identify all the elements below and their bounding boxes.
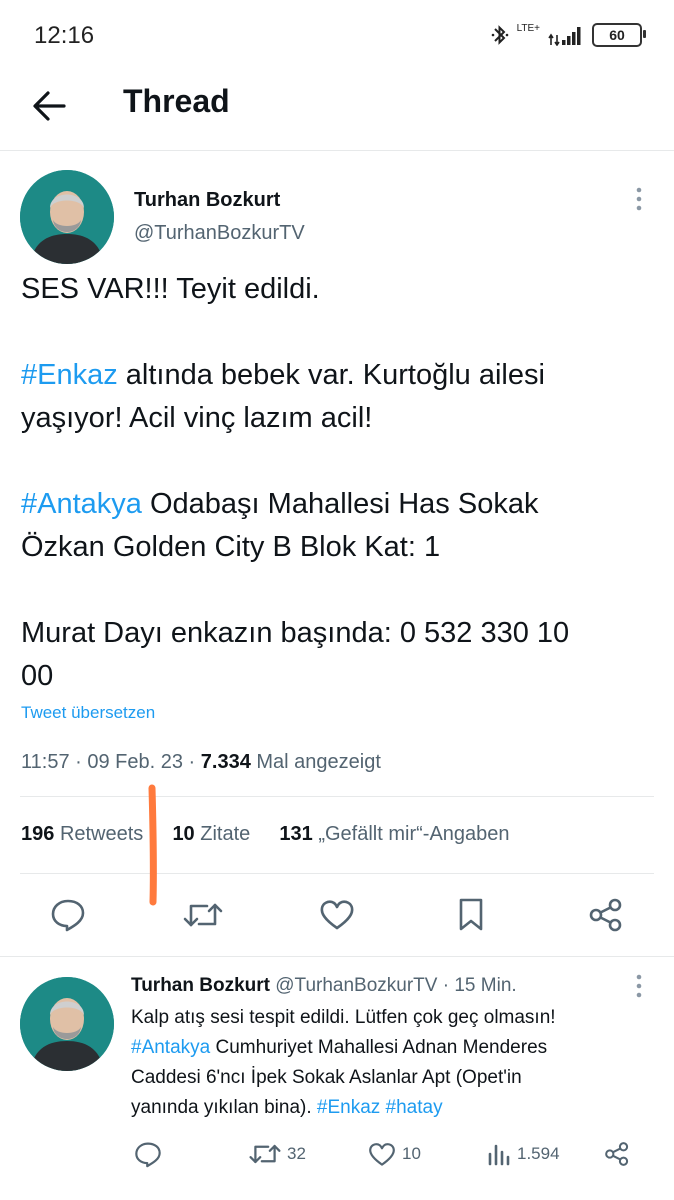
divider (0, 956, 674, 957)
reply-line: Caddesi 6'ncı İpek Sokak Aslanlar Apt (O… (131, 1067, 522, 1088)
retweet-icon[interactable] (183, 899, 223, 931)
tweet-time: 11:57 (21, 751, 70, 773)
views-count: 7.334 (200, 751, 251, 773)
reply-line: #Antakya Cumhuriyet Mahallesi Adnan Mend… (131, 1033, 641, 1063)
status-icons: LTE+ 60 (491, 20, 646, 50)
status-time: 12:16 (34, 22, 95, 49)
top-nav-bar: Thread (0, 70, 674, 151)
tweet-line: SES VAR!!! Teyit edildi. (21, 273, 320, 305)
reply-like-button[interactable]: 10 (368, 1139, 421, 1169)
reply-author-handle[interactable]: @TurhanBozkurTV (275, 975, 437, 996)
reply-share-button[interactable] (604, 1139, 630, 1169)
hashtag-link[interactable]: #hatay (386, 1097, 443, 1118)
quotes-count[interactable]: 10 (172, 823, 194, 845)
reply-line: yanında yıkılan bina). #Enkaz #hatay (131, 1093, 641, 1123)
author-avatar[interactable] (20, 170, 114, 264)
likes-label[interactable]: „Gefällt mir“-Angaben (318, 823, 509, 845)
bookmark-icon[interactable] (457, 897, 485, 933)
annotation-stroke (148, 784, 157, 906)
hashtag-link[interactable]: #Enkaz (21, 359, 118, 391)
heart-icon[interactable] (319, 899, 355, 931)
reply-author-avatar[interactable] (20, 977, 114, 1071)
retweets-count[interactable]: 196 (21, 823, 54, 845)
comment-icon (135, 1142, 161, 1167)
avatar-image (20, 170, 114, 264)
hashtag-link[interactable]: #Antakya (21, 488, 142, 520)
tweet-paragraph: #Antakya Odabaşı Mahallesi Has Sokak (21, 483, 651, 526)
reply-header: Turhan Bozkurt @TurhanBozkurTV · 15 Min. (131, 975, 517, 996)
reply-time[interactable]: 15 Min. (454, 975, 516, 996)
tweet-line: Özkan Golden City B Blok Kat: 1 (21, 531, 441, 563)
network-type: LTE+ (516, 23, 540, 34)
reply-like-count: 10 (402, 1144, 421, 1163)
reply-retweet-count: 32 (287, 1144, 306, 1163)
tweet-paragraph: #Enkaz altında bebek var. Kurtoğlu ailes… (21, 354, 651, 397)
reply-text-segment: yanında yıkılan bina). (131, 1097, 317, 1118)
divider (20, 796, 654, 797)
page-title: Thread (123, 83, 230, 119)
battery-icon: 60 (592, 23, 646, 47)
avatar-image (20, 977, 114, 1071)
author-handle[interactable]: @TurhanBozkurTV (134, 222, 305, 245)
comment-icon[interactable] (50, 898, 86, 932)
views-label: Mal angezeigt (256, 751, 381, 773)
heart-icon (369, 1142, 395, 1166)
share-icon (605, 1142, 629, 1166)
reply-views-button[interactable]: 1.594 (487, 1139, 560, 1169)
quotes-label[interactable]: Zitate (200, 823, 250, 845)
tweet-text-segment: Odabaşı Mahallesi Has Sokak (141, 488, 539, 520)
tweet-line: 00 (21, 660, 54, 692)
tweet-text-segment: altında bebek var. Kurtoğlu ailesi (117, 359, 545, 391)
author-name[interactable]: Turhan Bozkurt (134, 189, 280, 212)
retweets-label[interactable]: Retweets (60, 823, 143, 845)
tweet-line: Murat Dayı enkazın başında: 0 532 330 10 (21, 617, 570, 649)
translate-tweet-link[interactable]: Tweet übersetzen (21, 703, 155, 723)
signal-icon (548, 27, 581, 46)
more-vertical-icon[interactable] (634, 973, 644, 999)
arrow-left-icon[interactable] (28, 84, 72, 128)
reply-retweet-button[interactable]: 32 (249, 1139, 306, 1169)
likes-count[interactable]: 131 (279, 823, 312, 845)
reply-text-segment: Cumhuriyet Mahallesi Adnan Menderes (210, 1037, 548, 1058)
more-vertical-icon[interactable] (634, 186, 644, 212)
hashtag-link[interactable]: #Antakya (131, 1037, 210, 1058)
reply-line: Kalp atış sesi tespit edildi. Lütfen çok… (131, 1007, 556, 1028)
bar-chart-icon (488, 1144, 510, 1166)
bluetooth-icon (491, 25, 508, 45)
tweet-stats: 196 Retweets 10 Zitate 131 „Gefällt mir“… (21, 823, 510, 846)
tweet-line: yaşıyor! Acil vinç lazım acil! (21, 402, 373, 434)
status-bar: 12:16 LTE+ 60 (0, 0, 674, 70)
hashtag-link[interactable]: #Enkaz (317, 1097, 380, 1118)
battery-level: 60 (609, 27, 625, 43)
reply-view-count: 1.594 (517, 1144, 560, 1163)
reply-comment-button[interactable] (134, 1139, 162, 1169)
tweet-text: SES VAR!!! Teyit edildi. #Enkaz altında … (21, 268, 651, 698)
tweet-metadata: 11:57 · 09 Feb. 23 · 7.334 Mal angezeigt (21, 751, 381, 773)
retweet-icon (249, 1144, 281, 1164)
share-icon[interactable] (588, 898, 624, 932)
divider (20, 873, 654, 874)
tweet-date[interactable]: 09 Feb. 23 (87, 751, 183, 773)
reply-text: Kalp atış sesi tespit edildi. Lütfen çok… (131, 1003, 641, 1123)
reply-author-name[interactable]: Turhan Bozkurt (131, 975, 270, 996)
